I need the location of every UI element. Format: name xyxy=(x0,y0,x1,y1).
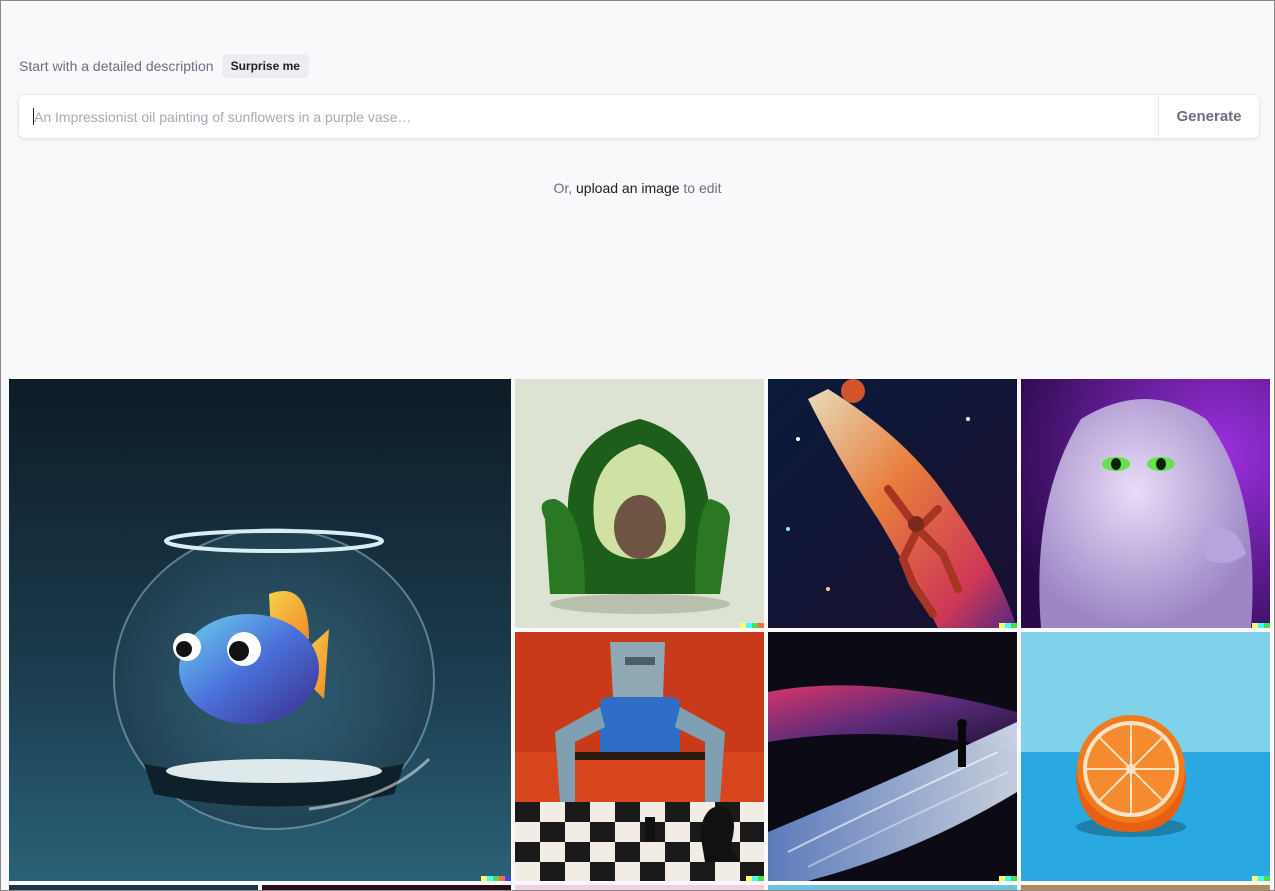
gallery-tile-partial[interactable] xyxy=(1021,885,1270,890)
watermark xyxy=(740,623,764,628)
orange-half-image xyxy=(1021,632,1270,881)
fish-bowl-image xyxy=(9,379,511,881)
surprise-me-button[interactable]: Surprise me xyxy=(221,54,309,78)
prompt-box: Generate xyxy=(19,95,1259,138)
watermark xyxy=(746,876,764,881)
watermark xyxy=(999,623,1017,628)
dunes-figure-image xyxy=(768,632,1017,881)
upload-row: Or, upload an image to edit xyxy=(1,180,1274,196)
gallery-tile-avocado-chair[interactable] xyxy=(515,379,764,628)
watermark xyxy=(1252,876,1270,881)
app-window: Start with a detailed description Surpri… xyxy=(0,0,1275,891)
gallery-tile-purple-monster[interactable] xyxy=(1021,379,1270,628)
gallery-tile-partial[interactable] xyxy=(262,885,511,890)
watermark xyxy=(999,876,1017,881)
gallery-tile-cosmic-basketball[interactable] xyxy=(768,379,1017,628)
robot-chess-image xyxy=(515,632,764,881)
generate-button[interactable]: Generate xyxy=(1158,95,1259,138)
gallery-tile-orange-half[interactable] xyxy=(1021,632,1270,881)
avocado-chair-image xyxy=(515,379,764,628)
upload-image-link[interactable]: upload an image xyxy=(576,180,680,196)
watermark xyxy=(481,876,511,881)
upload-suffix: to edit xyxy=(679,180,722,196)
gallery-tile-partial[interactable] xyxy=(9,885,258,890)
prompt-label: Start with a detailed description xyxy=(19,58,214,74)
prompt-header: Start with a detailed description Surpri… xyxy=(19,54,309,78)
gallery-tile-fish-bowl[interactable] xyxy=(9,379,511,881)
gallery-tile-dunes-figure[interactable] xyxy=(768,632,1017,881)
cosmic-basketball-image xyxy=(768,379,1017,628)
watermark xyxy=(1252,623,1270,628)
upload-prefix: Or, xyxy=(553,180,576,196)
gallery-tile-robot-chess[interactable] xyxy=(515,632,764,881)
prompt-input[interactable] xyxy=(33,108,1158,125)
gallery-tile-partial[interactable] xyxy=(768,885,1017,890)
purple-monster-image xyxy=(1021,379,1270,628)
gallery-tile-partial[interactable] xyxy=(515,885,764,890)
